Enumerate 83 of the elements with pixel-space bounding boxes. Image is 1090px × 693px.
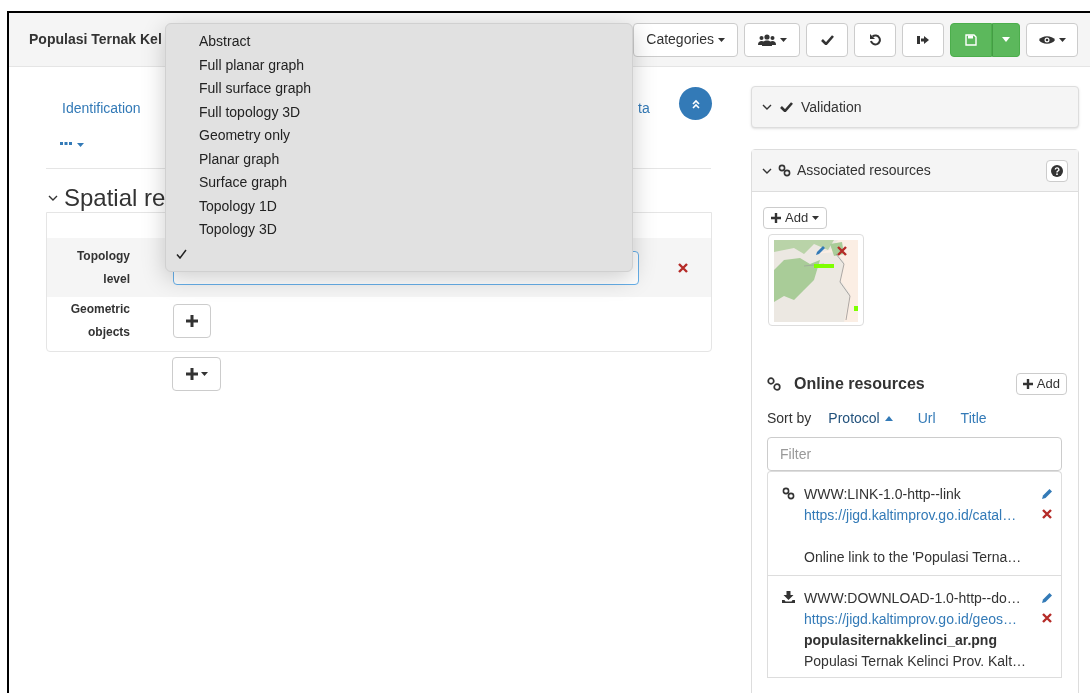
section-title: Spatial re bbox=[64, 186, 166, 210]
help-icon bbox=[1051, 164, 1063, 177]
menu-item[interactable]: Topology 1D bbox=[166, 194, 632, 218]
tab-link[interactable]: ta bbox=[638, 98, 650, 119]
view-button[interactable] bbox=[1026, 22, 1078, 57]
save-menu-button[interactable] bbox=[992, 22, 1020, 57]
panel-title: Validation bbox=[801, 97, 862, 117]
resource-url[interactable]: https://jigd.kaltimprov.go.id/geos… bbox=[804, 609, 1041, 630]
more-menu-button[interactable] bbox=[60, 141, 86, 149]
undo-button[interactable] bbox=[854, 22, 896, 57]
resource-url[interactable]: https://jigd.kaltimprov.go.id/catal… bbox=[804, 505, 1041, 526]
menu-item[interactable]: Full planar graph bbox=[166, 53, 632, 77]
thumbnail-card[interactable] bbox=[768, 234, 864, 326]
resource-protocol: WWW:DOWNLOAD-1.0-http--do… bbox=[804, 589, 1022, 608]
section-heading: Online resources bbox=[794, 374, 925, 394]
remove-icon bbox=[1042, 613, 1052, 623]
plus-icon bbox=[186, 315, 198, 327]
users-button[interactable] bbox=[744, 22, 800, 57]
double-chevron-up-icon bbox=[690, 98, 701, 109]
close-icon bbox=[837, 246, 847, 256]
sign-out-icon bbox=[917, 34, 929, 45]
caret-icon bbox=[779, 37, 787, 42]
menu-item[interactable]: Full surface graph bbox=[166, 77, 632, 101]
resource-description: Populasi Ternak Kelinci Prov. Kalt… bbox=[804, 652, 1028, 671]
scroll-top-button[interactable] bbox=[679, 87, 712, 120]
undo-icon bbox=[868, 33, 882, 46]
record-title: Populasi Ternak Kel bbox=[29, 30, 162, 49]
save-icon bbox=[965, 33, 977, 46]
panel-title: Associated resources bbox=[797, 161, 931, 180]
plus-icon bbox=[185, 368, 198, 380]
more-icon bbox=[60, 141, 86, 149]
caret-icon bbox=[718, 37, 725, 42]
link-icon bbox=[767, 377, 781, 391]
plus-icon bbox=[771, 213, 781, 223]
menu-item[interactable]: Full topology 3D bbox=[166, 100, 632, 124]
validation-panel[interactable]: Validation bbox=[751, 86, 1079, 128]
filter-field[interactable]: Filter bbox=[767, 437, 1062, 471]
resource-name: populasiternakkelinci_ar.png bbox=[804, 631, 998, 650]
sort-link[interactable]: Title bbox=[960, 408, 987, 429]
help-button[interactable] bbox=[1046, 159, 1068, 182]
checkmark-icon bbox=[176, 248, 187, 259]
pencil-icon bbox=[1041, 592, 1053, 604]
add-button[interactable]: Add bbox=[1015, 373, 1067, 395]
sort-link[interactable]: Protocol bbox=[828, 408, 893, 429]
categories-button[interactable]: Categories bbox=[633, 22, 738, 57]
caret-icon bbox=[1002, 37, 1010, 42]
caret-icon bbox=[812, 216, 820, 220]
chevron-down-icon bbox=[762, 104, 772, 110]
menu-item[interactable]: Surface graph bbox=[166, 171, 632, 195]
caret-icon bbox=[1058, 37, 1066, 42]
sort-link[interactable]: Url bbox=[917, 408, 936, 429]
chevron-down-icon bbox=[48, 195, 58, 201]
users-icon bbox=[757, 33, 776, 46]
tab-link[interactable]: Identification bbox=[62, 98, 141, 119]
field-label: Topology level bbox=[75, 247, 130, 288]
menu-item[interactable]: Topology 3D bbox=[166, 218, 632, 242]
link-icon bbox=[782, 487, 795, 500]
exit-button[interactable] bbox=[902, 22, 944, 57]
add-menu-button[interactable] bbox=[172, 357, 221, 391]
plus-icon bbox=[1022, 379, 1033, 389]
link-icon bbox=[778, 164, 791, 177]
validate-button[interactable] bbox=[806, 22, 848, 57]
remove-icon bbox=[1042, 509, 1052, 519]
eye-icon bbox=[1038, 34, 1055, 45]
caret-up-icon bbox=[884, 416, 893, 421]
field-label: Geometric objects bbox=[69, 301, 130, 341]
check-icon bbox=[820, 34, 834, 45]
menu-item[interactable]: Abstract bbox=[166, 30, 632, 54]
menu-item[interactable]: Planar graph bbox=[166, 147, 632, 171]
remove-icon bbox=[678, 262, 688, 273]
download-icon bbox=[782, 591, 795, 603]
save-button[interactable] bbox=[950, 22, 992, 57]
resource-description: Online link to the 'Populasi Terna… bbox=[804, 548, 1023, 567]
chevron-down-icon bbox=[762, 167, 772, 174]
add-button[interactable] bbox=[173, 304, 211, 338]
menu-item[interactable]: Geometry only bbox=[166, 124, 632, 148]
pencil-icon bbox=[815, 245, 826, 256]
resource-protocol: WWW:LINK-1.0-http--link bbox=[804, 485, 962, 504]
check-icon bbox=[780, 102, 793, 112]
sort-label: Sort by bbox=[767, 409, 812, 428]
caret-icon bbox=[200, 372, 208, 376]
add-button[interactable]: Add bbox=[763, 207, 828, 229]
pencil-icon bbox=[1041, 488, 1053, 500]
